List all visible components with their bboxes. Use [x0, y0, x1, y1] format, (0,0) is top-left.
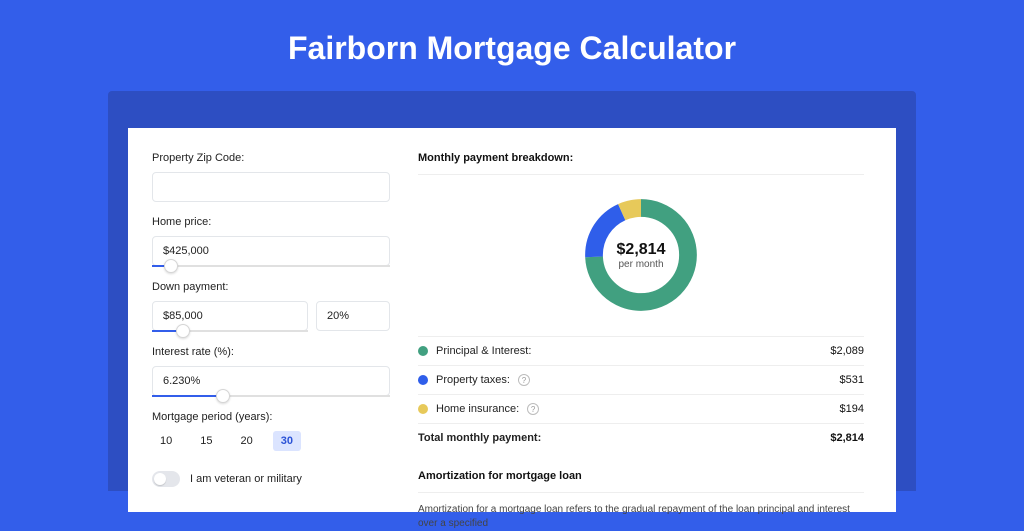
home-price-input[interactable] — [152, 236, 390, 266]
donut-amount: $2,814 — [617, 241, 666, 259]
total-label: Total monthly payment: — [418, 432, 541, 444]
home-price-label: Home price: — [152, 216, 390, 228]
legend-left-principal_interest: Principal & Interest: — [418, 345, 531, 357]
info-icon[interactable]: ? — [527, 403, 539, 415]
period-option-30[interactable]: 30 — [273, 431, 301, 451]
zip-label: Property Zip Code: — [152, 152, 390, 164]
results-column: Monthly payment breakdown: $2,814 per mo… — [418, 152, 864, 512]
interest-rate-input[interactable] — [152, 366, 390, 396]
legend-label-property_taxes: Property taxes: — [436, 374, 510, 386]
page: Fairborn Mortgage Calculator Property Zi… — [0, 0, 1024, 512]
inputs-column: Property Zip Code: Home price: Down paym… — [152, 152, 390, 512]
home-price-field: Home price: — [152, 216, 390, 267]
legend-dot-principal_interest — [418, 346, 428, 356]
interest-rate-slider-thumb[interactable] — [216, 389, 230, 403]
amortization-section: Amortization for mortgage loan Amortizat… — [418, 470, 864, 531]
calculator-card: Property Zip Code: Home price: Down paym… — [128, 128, 896, 512]
down-payment-row — [152, 301, 390, 332]
down-payment-pct-wrap — [316, 301, 390, 332]
legend-dot-property_taxes — [418, 375, 428, 385]
legend-row-property_taxes: Property taxes:? $531 — [418, 365, 864, 394]
legend-value-property_taxes: $531 — [840, 374, 864, 386]
legend-left-property_taxes: Property taxes:? — [418, 374, 530, 386]
period-option-15[interactable]: 15 — [192, 431, 220, 451]
zip-field: Property Zip Code: — [152, 152, 390, 202]
down-payment-field: Down payment: — [152, 281, 390, 332]
down-payment-amount-input[interactable] — [152, 301, 308, 331]
legend: Principal & Interest: $2,089 Property taxe… — [418, 336, 864, 423]
legend-label-home_insurance: Home insurance: — [436, 403, 519, 415]
info-icon[interactable]: ? — [518, 374, 530, 386]
mortgage-period-options: 10 15 20 30 — [152, 431, 390, 451]
page-title: Fairborn Mortgage Calculator — [0, 0, 1024, 91]
donut-sub: per month — [618, 259, 663, 270]
legend-dot-home_insurance — [418, 404, 428, 414]
down-payment-slider[interactable] — [152, 330, 308, 332]
mortgage-period-label: Mortgage period (years): — [152, 411, 390, 423]
interest-rate-slider[interactable] — [152, 395, 390, 397]
total-row: Total monthly payment: $2,814 — [418, 423, 864, 452]
veteran-row: I am veteran or military — [152, 471, 390, 487]
legend-value-home_insurance: $194 — [840, 403, 864, 415]
amortization-body: Amortization for a mortgage loan refers … — [418, 503, 864, 531]
interest-rate-label: Interest rate (%): — [152, 346, 390, 358]
donut-chart: $2,814 per month — [579, 193, 703, 317]
period-option-20[interactable]: 20 — [233, 431, 261, 451]
period-option-10[interactable]: 10 — [152, 431, 180, 451]
donut-chart-wrap: $2,814 per month — [418, 175, 864, 336]
legend-left-home_insurance: Home insurance:? — [418, 403, 539, 415]
veteran-toggle[interactable] — [152, 471, 180, 487]
legend-label-principal_interest: Principal & Interest: — [436, 345, 531, 357]
home-price-slider-thumb[interactable] — [164, 259, 178, 273]
veteran-label: I am veteran or military — [190, 473, 302, 485]
veteran-toggle-knob — [154, 473, 166, 485]
legend-row-home_insurance: Home insurance:? $194 — [418, 394, 864, 423]
legend-row-principal_interest: Principal & Interest: $2,089 — [418, 336, 864, 365]
down-payment-slider-thumb[interactable] — [176, 324, 190, 338]
mortgage-period-field: Mortgage period (years): 10 15 20 30 — [152, 411, 390, 451]
legend-value-principal_interest: $2,089 — [830, 345, 864, 357]
interest-rate-slider-fill — [152, 395, 223, 397]
down-payment-amount-wrap — [152, 301, 308, 332]
donut-center: $2,814 per month — [579, 193, 703, 317]
total-value: $2,814 — [830, 432, 864, 444]
down-payment-label: Down payment: — [152, 281, 390, 293]
interest-rate-field: Interest rate (%): — [152, 346, 390, 397]
breakdown-title: Monthly payment breakdown: — [418, 152, 864, 175]
down-payment-pct-input[interactable] — [316, 301, 390, 331]
home-price-slider[interactable] — [152, 265, 390, 267]
zip-input[interactable] — [152, 172, 390, 202]
amortization-title: Amortization for mortgage loan — [418, 470, 864, 493]
